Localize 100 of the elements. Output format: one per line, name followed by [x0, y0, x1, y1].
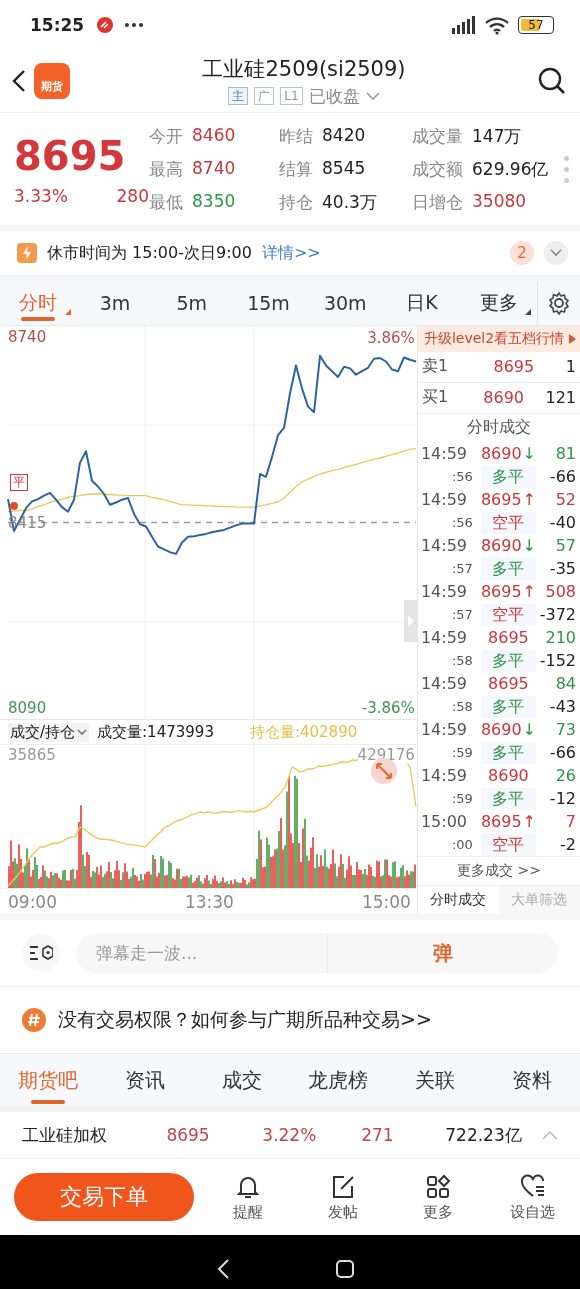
trade-price: 8695	[480, 490, 522, 510]
market-tag: L1	[280, 87, 303, 105]
position-change: -43	[548, 697, 576, 717]
time-label: 09:00	[8, 891, 57, 912]
trade-seconds: :59	[450, 745, 474, 761]
index-change: 271	[361, 1125, 395, 1145]
trade-seconds: :57	[450, 607, 474, 623]
more-dots-icon	[124, 22, 145, 28]
chevron-down-icon	[365, 92, 380, 100]
tick-arrow: ↓	[522, 444, 536, 464]
position-change: -40	[548, 513, 576, 533]
section-tab[interactable]: 资讯	[96, 1054, 194, 1106]
market-tag: 广	[254, 87, 275, 105]
indicator-dropdown[interactable]: 成交/持仓	[8, 722, 90, 742]
notification-count: 2	[510, 241, 534, 265]
stat-label: 昨结	[279, 124, 313, 148]
tick-arrow: ↑	[522, 490, 536, 510]
position-change: -66	[548, 467, 576, 487]
trade-type: 多平	[480, 787, 536, 810]
trade-volume: 26	[554, 766, 576, 786]
toolbar-button[interactable]: 设自选	[485, 1172, 580, 1222]
period-tab[interactable]: 5m	[153, 281, 231, 325]
trade-volume: 7	[564, 812, 576, 832]
index-amount: 722.23亿	[445, 1123, 523, 1147]
section-tab[interactable]: 关联	[386, 1054, 484, 1106]
trade-time: 15:00	[420, 812, 468, 832]
trade-type: 多平	[480, 557, 536, 580]
period-tab[interactable]: 30m	[306, 281, 384, 325]
period-tab[interactable]: 更多	[460, 281, 538, 325]
trade-seconds: :59	[450, 791, 474, 807]
chevron-down-icon	[550, 249, 562, 257]
trade-volume: 84	[554, 674, 576, 694]
section-tab[interactable]: 资料	[483, 1054, 580, 1106]
section-tab[interactable]: 龙虎榜	[290, 1054, 387, 1106]
flat-marker: 平	[10, 474, 28, 491]
trade-volume: 73	[554, 720, 576, 740]
toolbar-button[interactable]: 更多	[390, 1172, 485, 1222]
trade-time: 14:59	[420, 582, 468, 602]
settings-icon[interactable]	[547, 291, 572, 315]
trade-type: 多平	[480, 649, 536, 672]
change-amount: 280	[116, 186, 149, 206]
period-tab[interactable]: 15m	[230, 281, 307, 325]
trade-seconds: :57	[450, 561, 474, 577]
hashtag-icon	[22, 1008, 46, 1032]
more-trades-link[interactable]: 更多成交 >>	[417, 856, 580, 886]
trade-seconds: :58	[450, 653, 474, 669]
axis-label: 8740	[8, 327, 47, 347]
details-link[interactable]: 详情>>	[261, 242, 321, 264]
trade-time: 14:59	[420, 720, 468, 740]
last-price: 8695	[14, 132, 127, 180]
tick-arrow: ↓	[522, 536, 536, 556]
trade-price: 8690	[480, 536, 522, 556]
index-change-percent: 3.22%	[262, 1125, 318, 1145]
book-side: 买1	[421, 387, 450, 409]
back-icon[interactable]	[215, 1257, 230, 1280]
upgrade-banner[interactable]: 升级level2看五档行情	[417, 326, 580, 352]
trade-type: 空平	[480, 511, 536, 534]
stat-label: 最低	[149, 191, 183, 214]
trade-time: 14:59	[420, 490, 468, 510]
stat-label: 结算	[279, 157, 313, 181]
trade-type: 多平	[480, 695, 536, 718]
position-change: -12	[548, 789, 576, 809]
toolbar-button[interactable]: 提醒	[200, 1172, 295, 1222]
stat-value: 147万	[472, 124, 522, 148]
index-name: 工业硅加权	[22, 1123, 108, 1147]
search-icon[interactable]	[538, 67, 566, 95]
back-icon[interactable]	[12, 69, 26, 93]
trade-price: 8695	[480, 812, 522, 832]
period-tab[interactable]: 3m	[76, 281, 154, 325]
book-quantity: 1	[565, 357, 576, 377]
position-change: -152	[538, 651, 576, 671]
danmaku-toggle-icon[interactable]	[29, 944, 53, 962]
book-price: 8690	[482, 388, 525, 408]
stat-value: 629.96亿	[472, 157, 549, 181]
time-label: 13:30	[184, 891, 234, 912]
stat-value: 8545	[322, 157, 366, 180]
period-tab[interactable]: 日K	[383, 281, 461, 325]
trade-seconds: :58	[450, 699, 474, 715]
home-icon[interactable]	[334, 1258, 355, 1279]
chevron-down-icon	[77, 729, 88, 735]
stat-label: 今开	[149, 124, 183, 148]
market-tag: 主	[228, 87, 249, 105]
axis-label: 429176	[357, 746, 415, 764]
signal-icon	[450, 16, 476, 34]
axis-label: 35865	[8, 746, 56, 764]
stat-value: 8350	[192, 190, 236, 213]
position-change: -372	[538, 605, 576, 625]
trade-type: 空平	[480, 833, 536, 856]
position-change: -66	[548, 743, 576, 763]
section-tab[interactable]: 成交	[193, 1054, 290, 1106]
trade-volume: 57	[554, 536, 576, 556]
tick-arrow: ↓	[522, 720, 536, 740]
promo-link[interactable]: 没有交易权限？如何参与广期所品种交易>>	[58, 1007, 432, 1033]
trade-type: 多平	[480, 741, 536, 764]
axis-label: 8090	[8, 698, 47, 718]
trade-volume: 508	[544, 582, 576, 602]
trade-volume: 210	[544, 628, 576, 648]
toolbar-button[interactable]: 发帖	[295, 1172, 390, 1222]
contract-title: 工业硅2509(si2509)	[202, 55, 406, 83]
trade-time: 14:59	[420, 674, 468, 694]
